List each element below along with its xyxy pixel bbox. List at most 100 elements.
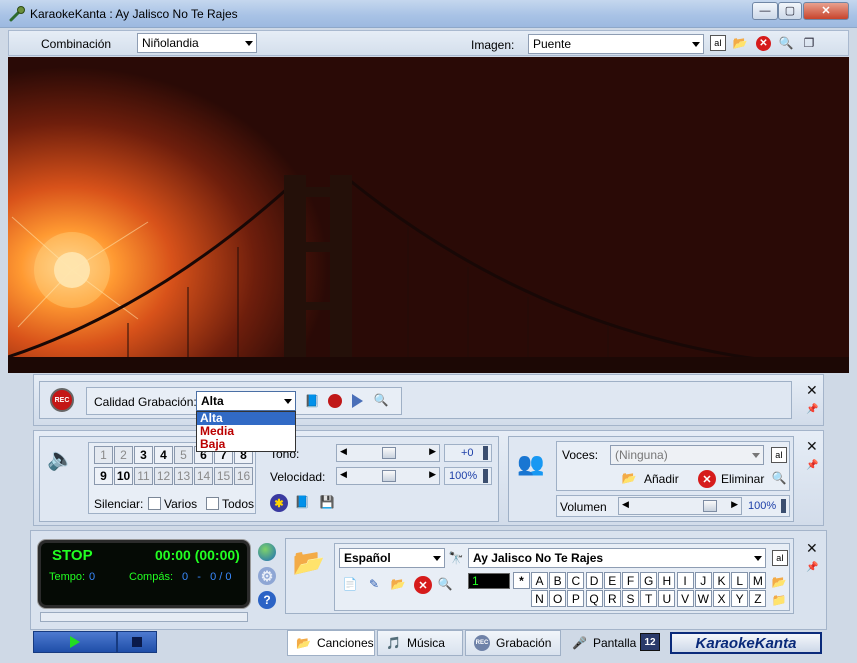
letter-button-h[interactable]: H [658,572,676,589]
channel-1[interactable]: 1 [94,446,113,464]
letter-button-w[interactable]: W [694,590,712,607]
channel-11[interactable]: 11 [134,467,153,485]
play-button[interactable] [33,631,117,653]
letter-button-t[interactable]: T [640,590,658,607]
channel-5[interactable]: 5 [174,446,193,464]
song-select[interactable]: Ay Jalisco No Te Rajes [468,548,766,568]
letter-button-d[interactable]: D [585,572,603,589]
gear-icon[interactable]: ⚙ [258,567,276,585]
tono-slider[interactable]: ◀ ▶ [336,444,440,462]
channel-13[interactable]: 13 [174,467,193,485]
letter-button-i[interactable]: I [676,572,694,589]
search-recording-icon[interactable]: 🔍 [373,392,389,408]
songs-font-icon[interactable]: aI [772,550,788,566]
tab-canciones[interactable]: 📂 Canciones [287,630,375,656]
tab-grabacion[interactable]: REC Grabación [465,630,561,656]
todos-checkbox[interactable] [206,497,219,510]
letter-button-q[interactable]: Q [585,590,603,607]
letter-button-v[interactable]: V [676,590,694,607]
velocidad-slider[interactable]: ◀ ▶ [336,467,440,485]
varios-checkbox[interactable] [148,497,161,510]
channel-15[interactable]: 15 [214,467,233,485]
pin-icon[interactable]: 📌 [806,562,818,573]
twelve-button[interactable]: 12 [640,633,660,651]
letter-button-b[interactable]: B [549,572,567,589]
letter-button-l[interactable]: L [731,572,749,589]
close-recording-panel-icon[interactable]: ✕ [806,383,818,397]
tab-pantalla[interactable]: 🎤 Pantalla [563,630,637,656]
delete-song-icon[interactable]: ✕ [414,576,432,594]
letter-button-x[interactable]: X [713,590,730,607]
progress-bar[interactable] [40,612,248,622]
letter-button-c[interactable]: C [567,572,585,589]
tono-slider-thumb[interactable] [382,447,396,459]
letter-button-p[interactable]: P [567,590,585,607]
open-folder-icon[interactable]: 📂 [732,35,748,51]
play-recording-button[interactable] [352,394,363,408]
letter-button-e[interactable]: E [603,572,621,589]
channel-4[interactable]: 4 [154,446,173,464]
letter-button-g[interactable]: G [640,572,658,589]
save-icon[interactable]: 💾 [319,494,335,510]
volumen-slider-thumb[interactable] [702,500,717,512]
volumen-slider[interactable]: ◀ ▶ [618,497,742,515]
letter-button-j[interactable]: J [694,572,712,589]
add-voice-button[interactable]: Añadir [644,472,679,486]
velocidad-slider-thumb[interactable] [382,470,396,482]
channel-16[interactable]: 16 [234,467,253,485]
stop-button[interactable] [117,631,157,653]
quality-option-baja[interactable]: Baja [197,438,295,451]
maximize-button[interactable]: ▢ [778,2,802,20]
record-button[interactable] [328,394,342,408]
help-icon[interactable]: ? [258,591,276,609]
close-window-button[interactable]: ✕ [803,2,849,20]
add-song-icon[interactable]: 📂 [771,574,787,590]
quality-select[interactable]: Alta [196,391,296,411]
letter-button-o[interactable]: O [549,590,567,607]
open-song-icon[interactable]: 📂 [390,576,406,592]
edit-icon[interactable]: ✎ [366,576,382,592]
letter-button-u[interactable]: U [658,590,676,607]
letter-star-button[interactable]: * [513,572,530,589]
letter-button-s[interactable]: S [622,590,639,607]
settings-star-icon[interactable]: ✱ [270,494,288,512]
channel-12[interactable]: 12 [154,467,173,485]
letter-button-n[interactable]: N [531,590,548,607]
search-voice-icon[interactable]: 🔍 [771,470,787,486]
language-select[interactable]: Español [339,548,445,568]
channel-14[interactable]: 14 [194,467,213,485]
add-voice-icon[interactable]: 📂 [621,470,637,486]
search-song-icon[interactable]: 🔍 [437,576,453,592]
search-image-icon[interactable]: 🔍 [778,35,794,51]
minimize-button[interactable]: — [752,2,778,20]
music-book-icon[interactable]: 📘 [294,494,310,510]
notes-icon[interactable]: 📄 [342,576,358,592]
voices-font-icon[interactable]: aI [771,447,787,463]
pin-icon[interactable]: 📌 [806,460,818,471]
windows-icon[interactable]: ❐ [801,35,817,51]
letter-button-f[interactable]: F [622,572,639,589]
letter-button-r[interactable]: R [603,590,621,607]
book-icon[interactable]: 📘 [304,393,320,409]
delete-icon[interactable]: ✕ [756,36,771,51]
letter-button-m[interactable]: M [749,572,767,589]
channel-3[interactable]: 3 [134,446,153,464]
binoculars-icon[interactable]: 🔭 [448,550,464,566]
remove-voice-button[interactable]: Eliminar [721,472,764,486]
tab-musica[interactable]: 🎵 Música [377,630,463,656]
letter-button-k[interactable]: K [713,572,730,589]
globe-icon[interactable] [258,543,276,561]
channel-2[interactable]: 2 [114,446,133,464]
remove-voice-icon[interactable]: ✕ [698,470,716,488]
combinacion-select[interactable]: Niñolandia [137,33,257,53]
pin-icon[interactable]: 📌 [806,404,818,415]
close-songs-panel-icon[interactable]: ✕ [806,541,818,555]
voces-select[interactable]: (Ninguna) [610,445,764,465]
channel-10[interactable]: 10 [114,467,133,485]
folder-icon[interactable]: 📁 [771,592,787,608]
close-music-panel-icon[interactable]: ✕ [806,439,818,453]
letter-button-z[interactable]: Z [749,590,767,607]
letter-button-y[interactable]: Y [731,590,749,607]
letter-button-a[interactable]: A [531,572,548,589]
channel-9[interactable]: 9 [94,467,113,485]
